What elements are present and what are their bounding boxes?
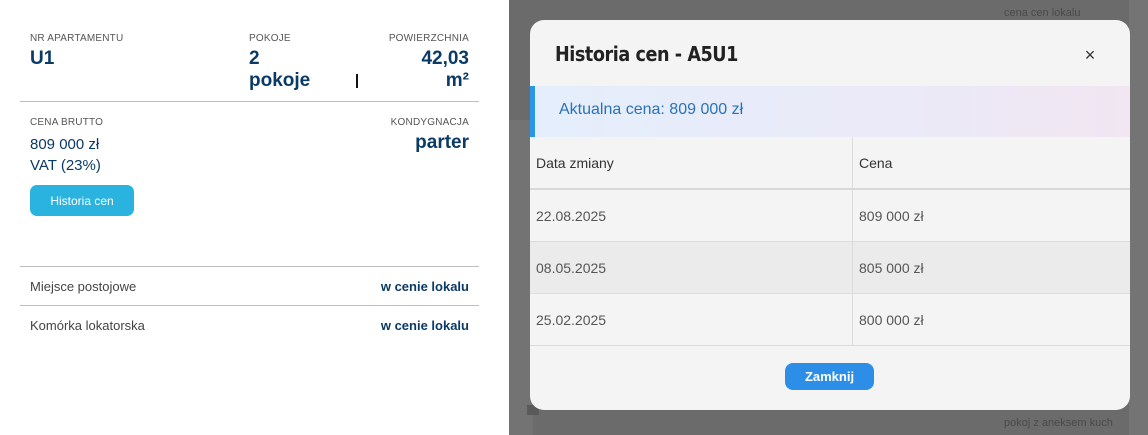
table-cell-price: 805 000 zł	[852, 242, 1130, 293]
area-number: 42,03	[421, 48, 469, 69]
price-history-button[interactable]: Historia cen	[30, 185, 134, 216]
parking-label: Miejsce postojowe	[30, 279, 137, 294]
table-cell-date: 25.02.2025	[536, 311, 607, 328]
rooms-label: POKOJE	[249, 33, 291, 44]
table-cell-date: 08.05.2025	[536, 259, 607, 276]
apartment-details-panel: NR APARTAMENTU U1 POKOJE 2 pokoje POWIER…	[0, 0, 509, 435]
text-cursor	[356, 74, 358, 88]
table-row: 22.08.2025 809 000 zł	[530, 190, 1130, 242]
divider	[20, 305, 479, 306]
column-header-date: Data zmiany	[536, 154, 614, 171]
column-header-price: Cena	[852, 137, 1130, 188]
rooms-unit: pokoje	[249, 70, 311, 91]
rooms-count: 2	[249, 48, 260, 69]
close-button[interactable]: Zamknij	[785, 363, 874, 390]
current-price-banner: Aktualna cena: 809 000 zł	[530, 86, 1130, 137]
price-value: 809 000 zł VAT (23%)	[30, 134, 101, 176]
table-row: 25.02.2025 800 000 zł	[530, 294, 1130, 346]
divider	[20, 266, 479, 267]
current-price-text: Aktualna cena: 809 000 zł	[559, 101, 744, 118]
price-label: CENA BRUTTO	[30, 117, 104, 128]
area-value: 42,03 m²	[421, 48, 469, 92]
area-unit: m²	[445, 70, 469, 91]
apartment-number-label: NR APARTAMENTU	[30, 33, 124, 44]
divider	[20, 101, 479, 102]
background-strip	[1129, 0, 1148, 435]
floor-value: parter	[415, 132, 469, 153]
apartment-number: U1	[30, 48, 55, 69]
table-row: 08.05.2025 805 000 zł	[530, 242, 1130, 294]
close-icon[interactable]: ×	[1080, 45, 1100, 65]
price-history-modal: Historia cen - A5U1 × Aktualna cena: 809…	[530, 20, 1130, 410]
area-label: POWIERZCHNIA	[388, 33, 469, 44]
modal-title: Historia cen - A5U1	[555, 42, 738, 66]
price-vat: VAT (23%)	[30, 157, 101, 174]
parking-value: w cenie lokalu	[380, 279, 469, 294]
background-text: pokoj z aneksem kuch	[1004, 417, 1113, 429]
table-cell-price: 809 000 zł	[852, 190, 1130, 241]
floor-label: KONDYGNACJA	[390, 117, 469, 128]
price-amount: 809 000 zł	[30, 136, 100, 153]
table-cell-date: 22.08.2025	[536, 207, 607, 224]
storage-value: w cenie lokalu	[380, 318, 469, 333]
background-text: cena cen lokalu	[1004, 7, 1081, 19]
rooms-value: 2 pokoje	[249, 48, 310, 92]
price-history-table: Data zmiany Cena 22.08.2025 809 000 zł 0…	[530, 137, 1130, 346]
storage-label: Komórka lokatorska	[30, 318, 145, 333]
table-cell-price: 800 000 zł	[852, 294, 1130, 345]
table-header-row: Data zmiany Cena	[530, 137, 1130, 190]
